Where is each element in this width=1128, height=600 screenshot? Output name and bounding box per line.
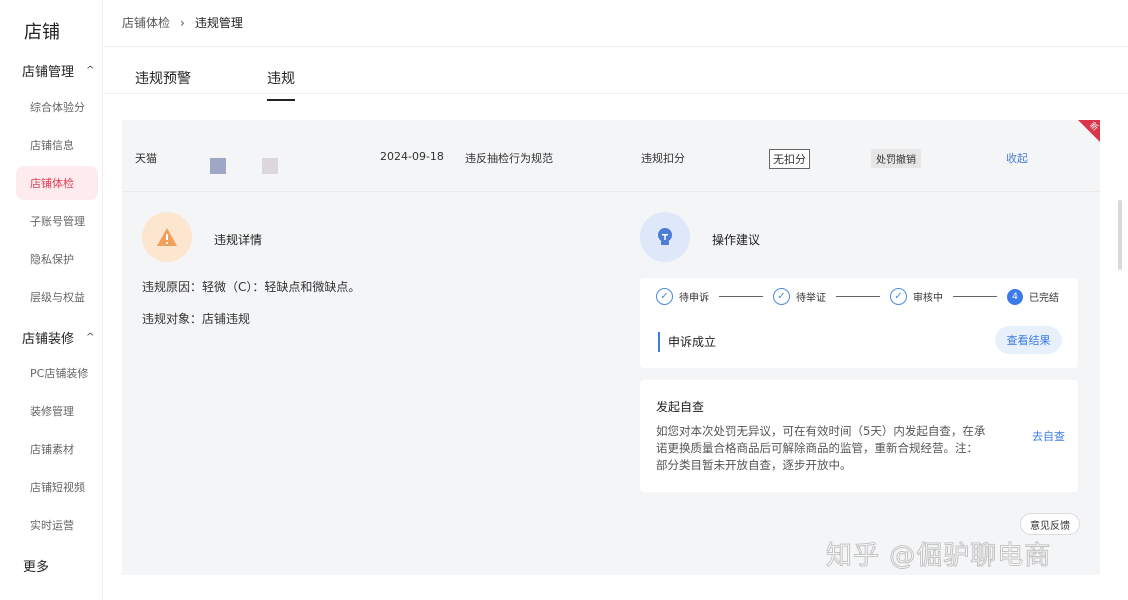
- step-pending-appeal: ✓ 待申诉: [656, 288, 709, 305]
- sidebar-item-shop-assets[interactable]: 店铺素材: [16, 432, 98, 466]
- redacted-block: [262, 158, 278, 174]
- sidebar-item-short-video[interactable]: 店铺短视频: [16, 470, 98, 504]
- sidebar-item-overall-score[interactable]: 综合体验分: [16, 90, 98, 124]
- tab-bar: 违规预警 违规: [135, 68, 295, 101]
- check-circle-icon: ✓: [656, 288, 673, 305]
- violation-reason: 违规原因：轻微（C）：轻缺点和微缺点。: [142, 280, 361, 294]
- start-self-check-link[interactable]: 去自查: [1032, 428, 1065, 444]
- sidebar-item-privacy[interactable]: 隐私保护: [16, 242, 98, 276]
- sidebar: 店铺 店铺管理 ^ 综合体验分 店铺信息 店铺体检 子账号管理 隐私保护 层级与…: [0, 0, 103, 600]
- breadcrumb-current: 违规管理: [194, 16, 243, 30]
- breadcrumb-separator-icon: ›: [180, 15, 185, 30]
- collapse-link[interactable]: 收起: [1006, 150, 1028, 166]
- detail-title: 违规详情: [214, 233, 263, 247]
- violation-content: 天猫 2024-09-18 违反抽检行为规范 违规扣分 无扣分 处罚撤销 收起 …: [122, 120, 1100, 575]
- penalty-status-badge: 处罚撤销: [871, 149, 921, 168]
- breadcrumb: 店铺体检 › 违规管理: [122, 14, 243, 31]
- sidebar-group-label: 店铺管理: [22, 65, 75, 80]
- violation-target: 违规对象：店铺违规: [142, 312, 251, 326]
- lightbulb-icon: [640, 212, 690, 262]
- sidebar-item-decoration-management[interactable]: 装修管理: [16, 394, 98, 428]
- sidebar-title: 店铺: [24, 22, 60, 43]
- sidebar-group-label: 店铺装修: [22, 332, 75, 347]
- self-check-card: 发起自查 如您对本次处罚无异议，可在有效时间（5天）内发起自查，在承诺更换质量合…: [640, 380, 1078, 492]
- sidebar-item-shop-checkup[interactable]: 店铺体检: [16, 166, 98, 200]
- violation-date: 2024-09-18: [380, 150, 444, 163]
- check-circle-icon: ✓: [773, 288, 790, 305]
- tabs-divider: [104, 93, 1128, 94]
- appeal-status: 申诉成立: [658, 332, 716, 352]
- step-label: 已完结: [1029, 293, 1059, 304]
- appeal-progress-card: ✓ 待申诉 ✓ 待举证 ✓ 审核中 4 已完结 申诉成立 查看结果: [640, 278, 1078, 368]
- breadcrumb-parent[interactable]: 店铺体检: [122, 14, 170, 31]
- scrollbar[interactable]: [1118, 200, 1122, 270]
- appeal-steps: ✓ 待申诉 ✓ 待举证 ✓ 审核中 4 已完结: [656, 288, 1059, 305]
- sidebar-group-shop-decoration[interactable]: 店铺装修 ^: [22, 328, 102, 347]
- sidebar-group-shop-management[interactable]: 店铺管理 ^: [22, 61, 102, 80]
- points-badge: 无扣分: [769, 149, 810, 169]
- view-result-button[interactable]: 查看结果: [995, 326, 1062, 354]
- step-completed: 4 已完结: [1007, 288, 1059, 305]
- violation-row: 天猫 2024-09-18 违反抽检行为规范 违规扣分 无扣分 处罚撤销 收起 …: [122, 120, 1100, 192]
- suggestion-title: 操作建议: [712, 233, 761, 247]
- sidebar-item-pc-decoration[interactable]: PC店铺装修: [16, 356, 98, 390]
- feedback-button[interactable]: 意见反馈: [1020, 513, 1080, 535]
- step-connector: [836, 296, 880, 297]
- chevron-up-icon: ^: [86, 332, 95, 343]
- step-label: 待申诉: [679, 293, 709, 304]
- warning-icon: [142, 212, 192, 262]
- header-divider: [104, 46, 1128, 47]
- step-pending-evidence: ✓ 待举证: [773, 288, 826, 305]
- step-label: 待举证: [796, 293, 826, 304]
- step-reviewing: ✓ 审核中: [890, 288, 943, 305]
- redacted-block: [210, 158, 226, 174]
- self-check-title: 发起自查: [656, 400, 705, 414]
- sidebar-item-tier-benefits[interactable]: 层级与权益: [16, 280, 98, 314]
- check-circle-icon: ✓: [890, 288, 907, 305]
- watermark: 知乎 @倔驴聊电商: [825, 541, 1052, 572]
- step-label: 审核中: [913, 293, 943, 304]
- step-number: 4: [1007, 288, 1023, 305]
- sidebar-item-realtime-ops[interactable]: 实时运营: [16, 508, 98, 542]
- sidebar-item-shop-info[interactable]: 店铺信息: [16, 128, 98, 162]
- sidebar-item-subaccount[interactable]: 子账号管理: [16, 204, 98, 238]
- violation-type: 违反抽检行为规范: [465, 152, 553, 165]
- tab-violation-warning[interactable]: 违规预警: [135, 68, 191, 96]
- self-check-description: 如您对本次处罚无异议，可在有效时间（5天）内发起自查，在承诺更换质量合格商品后可…: [656, 424, 986, 472]
- chevron-up-icon: ^: [86, 65, 95, 76]
- step-connector: [719, 296, 763, 297]
- step-connector: [953, 296, 997, 297]
- violation-platform: 天猫: [135, 152, 157, 165]
- violation-category: 违规扣分: [641, 152, 685, 165]
- sidebar-more[interactable]: 更多: [23, 556, 49, 575]
- tab-violation[interactable]: 违规: [267, 68, 295, 101]
